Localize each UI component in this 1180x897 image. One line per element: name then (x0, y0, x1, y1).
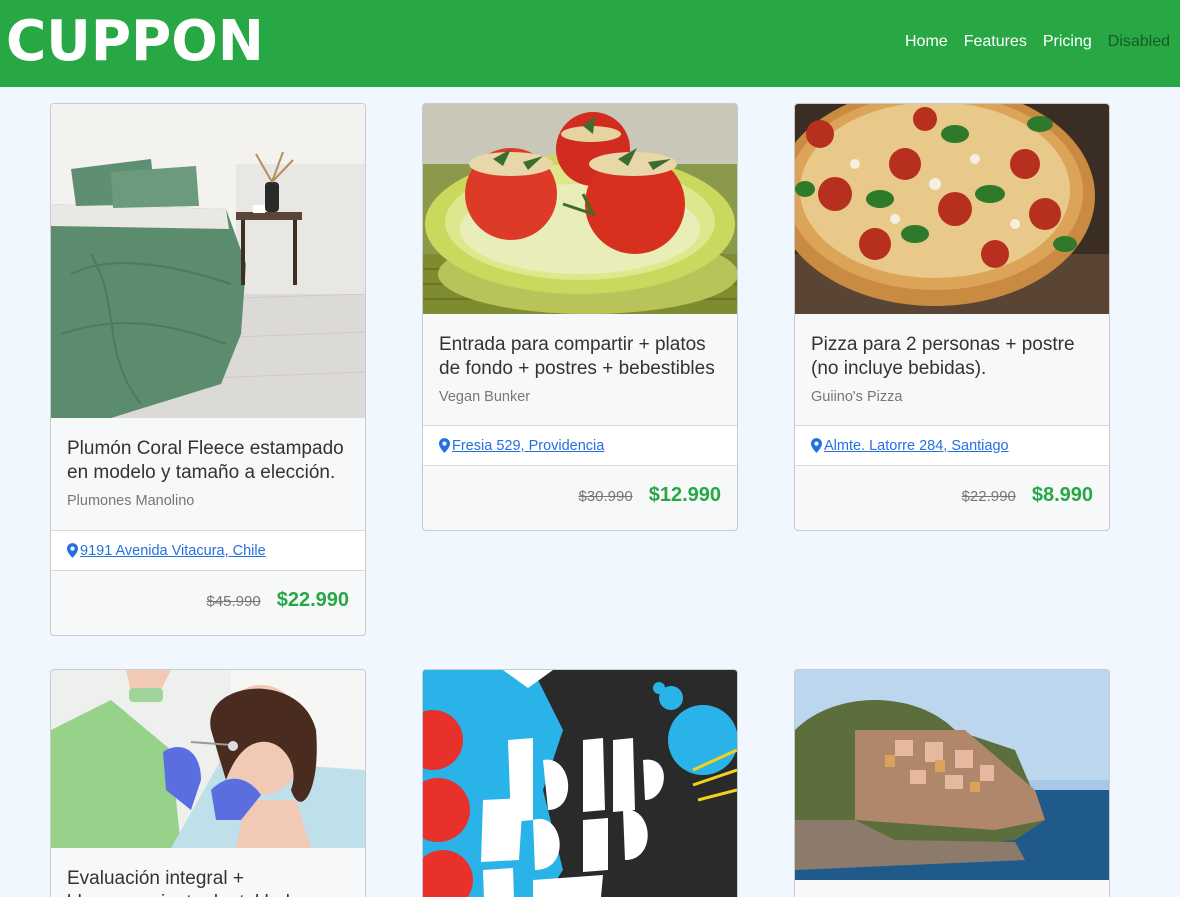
deal-address-link[interactable]: Fresia 529, Providencia (452, 438, 604, 454)
deal-title[interactable]: Evaluación integral + blanqueamiento den… (67, 867, 349, 897)
deal-merchant: Plumones Manolino (67, 493, 195, 509)
deal-image (51, 670, 365, 848)
deal-price: $45.990 $22.990 (51, 589, 365, 612)
deal-image (51, 104, 365, 418)
deal-title[interactable]: Pizza para 2 personas + postre (no inclu… (811, 333, 1093, 381)
deal-location: Fresia 529, Providencia (423, 425, 737, 466)
nav-link-pricing[interactable]: Pricing (1043, 32, 1092, 52)
deal-image (795, 104, 1109, 314)
deal-card[interactable] (422, 669, 738, 897)
deal-merchant: Vegan Bunker (439, 389, 531, 405)
deal-title[interactable]: Plumón Coral Fleece estampado en modelo … (67, 437, 349, 485)
deal-card[interactable] (794, 669, 1110, 897)
discount-price: $22.990 (276, 589, 349, 611)
navbar: CUPPON Home Features Pricing Disabled (0, 0, 1180, 87)
location-pin-icon (811, 438, 822, 453)
original-price: $45.990 (206, 593, 261, 610)
deal-card[interactable]: Plumón Coral Fleece estampado en modelo … (50, 103, 366, 636)
location-pin-icon (439, 438, 450, 453)
deal-address-link[interactable]: Almte. Latorre 284, Santiago (824, 438, 1009, 454)
deal-image (423, 670, 737, 897)
deal-location: Almte. Latorre 284, Santiago (795, 425, 1109, 466)
deal-address-link[interactable]: 9191 Avenida Vitacura, Chile (80, 543, 266, 559)
nav-link-disabled: Disabled (1107, 33, 1170, 50)
deal-location: 9191 Avenida Vitacura, Chile (51, 530, 365, 571)
deal-merchant: Guiino's Pizza (811, 389, 903, 405)
nav-link-home[interactable]: Home (905, 32, 948, 52)
discount-price: $8.990 (1031, 484, 1093, 506)
discount-price: $12.990 (648, 484, 721, 506)
deal-price: $22.990 $8.990 (795, 484, 1109, 507)
original-price: $30.990 (578, 488, 633, 505)
deal-card[interactable]: Entrada para compartir + platos de fondo… (422, 103, 738, 531)
nav-links: Home Features Pricing Disabled (905, 32, 1170, 52)
deal-image (795, 670, 1109, 880)
deal-price: $30.990 $12.990 (423, 484, 737, 507)
nav-link-features[interactable]: Features (964, 32, 1027, 52)
deal-card[interactable]: Pizza para 2 personas + postre (no inclu… (794, 103, 1110, 531)
location-pin-icon (67, 543, 78, 558)
deal-card[interactable]: Evaluación integral + blanqueamiento den… (50, 669, 366, 897)
original-price: $22.990 (961, 488, 1016, 505)
deal-title[interactable]: Entrada para compartir + platos de fondo… (439, 333, 721, 381)
deal-image (423, 104, 737, 314)
brand-logo[interactable]: CUPPON (6, 10, 264, 74)
